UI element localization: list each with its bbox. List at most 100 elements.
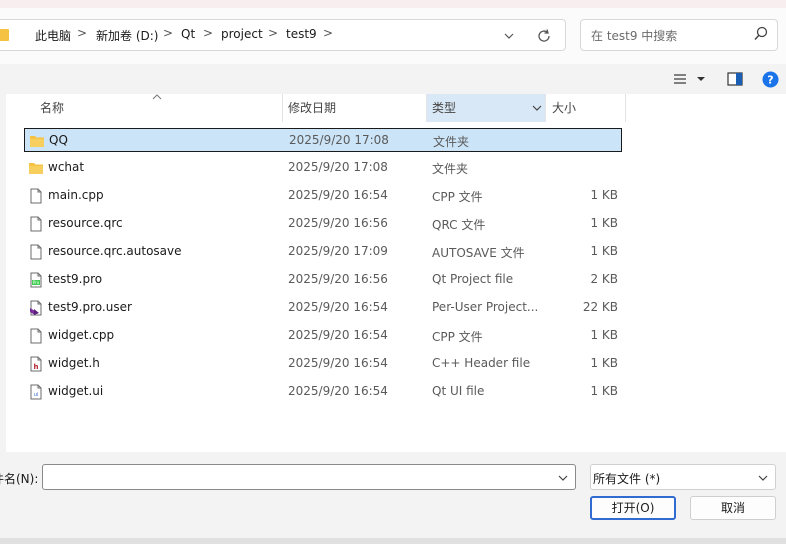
- navigation-bar: 此电脑 > 新加卷 (D:) > Qt > project > test9 > …: [0, 8, 786, 64]
- file-row[interactable]: ui widget.ui 2025/9/20 16:54 Qt UI file 1 KB: [24, 380, 622, 404]
- file-row[interactable]: QQ 2025/9/20 17:08 文件夹: [24, 128, 622, 152]
- file-name: resource.qrc.autosave: [48, 244, 182, 258]
- file-type: C++ Header file: [432, 356, 531, 370]
- file-size: 1 KB: [590, 244, 618, 258]
- file-date: 2025/9/20 16:54: [288, 188, 388, 202]
- file-row[interactable]: test9.pro.user 2025/9/20 16:54 Per-User Pr…: [24, 296, 622, 320]
- document-icon: [30, 188, 42, 204]
- file-list[interactable]: 名称 修改日期 类型 大小 QQ 2025/9/20 17:08 文件夹 wchat 2…: [6, 94, 786, 452]
- file-date: 2025/9/20 16:56: [288, 272, 388, 286]
- chevron-down-icon[interactable]: [532, 105, 542, 112]
- file-date: 2025/9/20 17:08: [288, 160, 388, 174]
- breadcrumb-drive-d[interactable]: 新加卷 (D:): [96, 27, 158, 44]
- column-header-name[interactable]: 名称: [40, 94, 64, 122]
- file-size: 1 KB: [590, 356, 618, 370]
- file-type: 文件夹: [432, 162, 469, 176]
- file-name: widget.cpp: [48, 328, 115, 342]
- view-toolbar: ?: [0, 64, 786, 94]
- folder-icon: [30, 136, 44, 147]
- svg-text:h: h: [34, 363, 39, 371]
- file-type: 文件夹: [433, 135, 470, 149]
- file-size: 1 KB: [590, 216, 618, 230]
- chevron-right-icon[interactable]: >: [77, 26, 87, 40]
- file-size: 1 KB: [590, 188, 618, 202]
- file-date: 2025/9/20 16:54: [288, 356, 388, 370]
- file-date: 2025/9/20 16:56: [288, 216, 388, 230]
- file-size: 22 KB: [582, 300, 618, 314]
- breadcrumb-project[interactable]: project: [221, 27, 263, 41]
- file-size: 2 KB: [590, 272, 618, 286]
- file-row[interactable]: main.cpp 2025/9/20 16:54 CPP 文件 1 KB: [24, 184, 622, 208]
- filename-input[interactable]: [42, 464, 576, 490]
- file-name: widget.ui: [48, 384, 104, 398]
- folder-icon: [29, 163, 43, 174]
- window-top-strip: [0, 0, 786, 8]
- file-row[interactable]: resource.qrc.autosave 2025/9/20 17:09 AUTO…: [24, 240, 622, 264]
- file-name: wchat: [48, 160, 85, 174]
- caret-down-icon[interactable]: [696, 76, 706, 82]
- chevron-right-icon[interactable]: >: [323, 26, 333, 40]
- column-divider[interactable]: [426, 94, 427, 122]
- folder-icon: [0, 29, 9, 41]
- svg-text:ui: ui: [34, 392, 39, 398]
- file-row[interactable]: h widget.h 2025/9/20 16:54 C++ Header file 1…: [24, 352, 622, 376]
- file-name: test9.pro: [48, 272, 103, 286]
- file-type: Per-User Project...: [432, 300, 539, 314]
- file-row[interactable]: wchat 2025/9/20 17:08 文件夹: [24, 156, 622, 180]
- column-divider[interactable]: [545, 94, 546, 122]
- chevron-down-icon[interactable]: [557, 472, 569, 484]
- address-bar[interactable]: 此电脑 > 新加卷 (D:) > Qt > project > test9 >: [0, 19, 566, 51]
- breadcrumb-test9[interactable]: test9: [286, 27, 317, 41]
- column-header-size[interactable]: 大小: [552, 94, 576, 122]
- help-icon[interactable]: ?: [762, 71, 779, 88]
- search-input[interactable]: 在 test9 中搜索: [591, 27, 677, 44]
- file-date: 2025/9/20 17:08: [289, 133, 389, 147]
- filetype-select[interactable]: 所有文件 (*): [590, 464, 776, 490]
- header-file-icon: h: [30, 356, 42, 372]
- file-size: 1 KB: [590, 384, 618, 398]
- svg-text:?: ?: [767, 74, 773, 87]
- column-header-type[interactable]: 类型: [432, 94, 456, 122]
- cancel-button[interactable]: 取消: [690, 496, 776, 520]
- file-type: QRC 文件: [432, 218, 486, 232]
- qt-pro-file-icon: Pro: [30, 272, 42, 288]
- breadcrumb-this-pc[interactable]: 此电脑: [35, 27, 71, 44]
- column-divider[interactable]: [625, 94, 626, 122]
- svg-text:Pro: Pro: [33, 280, 40, 285]
- file-name: QQ: [49, 133, 68, 147]
- search-icon[interactable]: [753, 25, 769, 43]
- file-name: main.cpp: [48, 188, 104, 202]
- file-type: AUTOSAVE 文件: [432, 246, 525, 260]
- refresh-icon[interactable]: [536, 28, 552, 44]
- chevron-down-icon[interactable]: [757, 472, 769, 484]
- file-type: Qt Project file: [432, 272, 514, 286]
- file-date: 2025/9/20 16:54: [288, 384, 388, 398]
- chevron-right-icon[interactable]: >: [163, 26, 173, 40]
- file-row[interactable]: Pro test9.pro 2025/9/20 16:56 Qt Project fi…: [24, 268, 622, 292]
- column-header-date[interactable]: 修改日期: [288, 94, 336, 122]
- file-type: CPP 文件: [432, 330, 483, 344]
- document-icon: [30, 244, 42, 260]
- filetype-selected: 所有文件 (*): [593, 472, 661, 486]
- breadcrumb-qt[interactable]: Qt: [181, 27, 195, 41]
- chevron-right-icon[interactable]: >: [203, 26, 213, 40]
- file-date: 2025/9/20 16:54: [288, 328, 388, 342]
- file-size: 1 KB: [590, 328, 618, 342]
- file-type: CPP 文件: [432, 190, 483, 204]
- filename-label: 件名(N):: [0, 472, 39, 486]
- preview-pane-icon[interactable]: [727, 72, 743, 86]
- view-list-icon[interactable]: [673, 73, 687, 85]
- file-name: resource.qrc: [48, 216, 123, 230]
- qt-ui-file-icon: ui: [30, 384, 42, 400]
- chevron-down-icon[interactable]: [503, 30, 515, 42]
- file-row[interactable]: widget.cpp 2025/9/20 16:54 CPP 文件 1 KB: [24, 324, 622, 348]
- file-row[interactable]: resource.qrc 2025/9/20 16:56 QRC 文件 1 KB: [24, 212, 622, 236]
- file-date: 2025/9/20 17:09: [288, 244, 388, 258]
- file-type: Qt UI file: [432, 384, 485, 398]
- sort-ascending-icon: [152, 94, 162, 100]
- dialog-footer: 件名(N): 所有文件 (*) 打开(O) 取消: [0, 452, 786, 544]
- open-button[interactable]: 打开(O): [590, 496, 676, 520]
- chevron-right-icon[interactable]: >: [268, 26, 278, 40]
- search-box[interactable]: 在 test9 中搜索: [580, 19, 778, 51]
- column-divider[interactable]: [282, 94, 283, 122]
